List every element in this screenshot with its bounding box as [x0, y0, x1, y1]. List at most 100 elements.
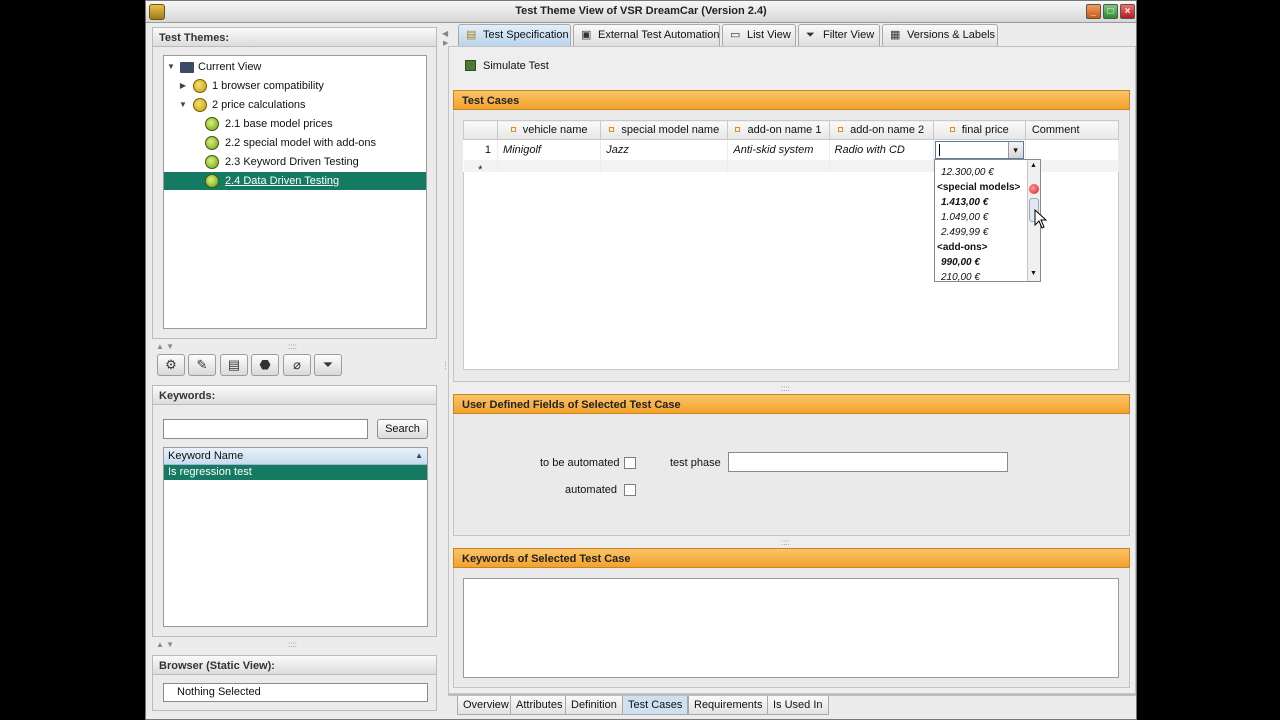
cell-addon-name-2[interactable]: Radio with CD	[829, 139, 934, 160]
dropdown-option[interactable]: 990,00 €	[941, 255, 980, 270]
final-price-dropdown-list[interactable]: 12.300,00 € <special models> 1.413,00 € …	[934, 159, 1041, 282]
test-theme-icon	[193, 98, 207, 112]
bottom-tab-overview[interactable]: Overview	[457, 696, 515, 715]
collapse-left-arrow[interactable]: ◀	[442, 29, 448, 38]
column-header-label: Keyword Name	[168, 450, 244, 462]
row-number: 1	[463, 139, 499, 160]
collapse-arrows[interactable]: ▲ ▼	[156, 342, 174, 351]
browser-value: Nothing Selected	[163, 683, 428, 702]
tab-external-test-automation[interactable]: ▣ External Test Automation	[573, 24, 720, 46]
tree-node-label: 1 browser compatibility	[212, 80, 324, 92]
test-theme-icon	[205, 136, 219, 150]
test-theme-icon	[205, 155, 219, 169]
test-phase-label: test phase	[670, 457, 721, 469]
tree-node-current-view[interactable]: ▼ Current View	[164, 58, 426, 76]
wrench-icon[interactable]: ✎	[188, 354, 216, 376]
paperclip-icon[interactable]: ⌀	[283, 354, 311, 376]
column-header-label: vehicle name	[522, 124, 588, 136]
parameter-icon	[609, 127, 615, 132]
dropdown-option[interactable]: 2.499,99 €	[941, 225, 988, 240]
splitter-grip[interactable]: ::::	[288, 640, 297, 649]
dropdown-option[interactable]: 1.049,00 €	[941, 210, 988, 225]
test-themes-tree[interactable]: ▼ Current View ▶ 1 browser compatibility…	[163, 55, 427, 329]
cell-special-model-name[interactable]: Jazz	[600, 139, 729, 160]
cell-vehicle-name[interactable]: Minigolf	[497, 139, 602, 160]
column-header-special-model-name[interactable]: special model name	[600, 120, 729, 140]
bottom-tab-attributes[interactable]: Attributes	[510, 696, 569, 715]
splitter-grip[interactable]: ::::	[781, 538, 790, 547]
keyword-search-input[interactable]	[163, 419, 368, 439]
scroll-up-icon[interactable]: ▲	[1030, 162, 1037, 169]
column-header-comment[interactable]: Comment	[1024, 120, 1120, 140]
column-header-final-price[interactable]: final price	[932, 120, 1026, 140]
column-header-addon-name-2[interactable]: add-on name 2	[828, 120, 934, 140]
tree-node-data-driven[interactable]: 2.4 Data Driven Testing	[164, 172, 426, 190]
tree-node-browser-compatibility[interactable]: ▶ 1 browser compatibility	[164, 77, 426, 95]
keyword-table[interactable]: Keyword Name ▲ Is regression test	[163, 447, 428, 627]
row-number-column-header	[462, 120, 499, 140]
cell-addon-name-1[interactable]: Anti-skid system	[727, 139, 830, 160]
column-header-addon-name-1[interactable]: add-on name 1	[727, 120, 830, 140]
click-indicator-icon	[1029, 184, 1039, 194]
test-theme-icon	[205, 117, 219, 131]
dropdown-arrow-icon[interactable]: ▾	[1007, 142, 1023, 158]
dropdown-option[interactable]: 1.413,00 €	[941, 195, 988, 210]
scroll-down-icon[interactable]: ▼	[1030, 270, 1037, 277]
tab-list-view[interactable]: ▭ List View	[722, 24, 796, 46]
tree-node-base-model-prices[interactable]: 2.1 base model prices	[164, 115, 426, 133]
tree-node-keyword-driven[interactable]: 2.3 Keyword Driven Testing	[164, 153, 426, 171]
automated-label: automated	[565, 484, 617, 496]
versions-icon: ▦	[890, 29, 901, 41]
tab-test-specification[interactable]: ▤ Test Specification	[458, 24, 571, 46]
splitter-grip[interactable]: ::::	[288, 342, 297, 351]
keywords-of-test-case-list[interactable]	[463, 578, 1119, 678]
test-theme-icon	[193, 79, 207, 93]
search-button[interactable]: Search	[377, 419, 428, 439]
document-icon[interactable]: ▤	[220, 354, 248, 376]
tab-filter-view[interactable]: ⏷ Filter View	[798, 24, 880, 46]
splitter-grip[interactable]: ::::	[781, 384, 790, 393]
to-be-automated-checkbox[interactable]	[624, 457, 636, 469]
close-button[interactable]: ×	[1120, 4, 1135, 19]
test-phase-field[interactable]	[728, 452, 1008, 472]
expanded-arrow-icon[interactable]: ▼	[178, 96, 188, 114]
expanded-arrow-icon[interactable]: ▼	[166, 58, 176, 76]
bottom-tab-requirements[interactable]: Requirements	[688, 696, 769, 715]
column-header-vehicle-name[interactable]: vehicle name	[497, 120, 602, 140]
keyword-name-column-header[interactable]: Keyword Name ▲	[164, 448, 427, 465]
dropdown-option[interactable]: 210,00 €	[941, 270, 980, 281]
collapsed-arrow-icon[interactable]: ▶	[178, 77, 188, 95]
dropdown-group-header: <special models>	[937, 182, 1021, 193]
cell-comment[interactable]	[1025, 139, 1120, 160]
tree-node-label: 2.4 Data Driven Testing	[225, 175, 340, 187]
keyword-row[interactable]: Is regression test	[164, 465, 427, 480]
title-bar[interactable]: Test Theme View of VSR DreamCar (Version…	[146, 1, 1136, 23]
maximize-button[interactable]: □	[1103, 4, 1118, 19]
test-themes-panel: ▼ Current View ▶ 1 browser compatibility…	[152, 47, 437, 339]
bottom-tab-is-used-in[interactable]: Is Used In	[767, 696, 829, 715]
minimize-button[interactable]: _	[1086, 4, 1101, 19]
table-row[interactable]: 1 Minigolf Jazz Anti-skid system Radio w…	[463, 139, 1120, 160]
tree-node-price-calculations[interactable]: ▼ 2 price calculations	[164, 96, 426, 114]
tree-node-label: 2.2 special model with add-ons	[225, 137, 377, 149]
filter-icon: ⏷	[806, 29, 815, 41]
test-theme-icon	[205, 174, 219, 188]
simulate-test-button[interactable]: Simulate Test	[463, 57, 583, 77]
tree-node-special-model-addons[interactable]: 2.2 special model with add-ons	[164, 134, 426, 152]
bottom-tab-definition[interactable]: Definition	[565, 696, 623, 715]
automated-checkbox[interactable]	[624, 484, 636, 496]
final-price-combobox[interactable]: ▾	[934, 141, 1024, 159]
column-header-label: Comment	[1031, 124, 1080, 136]
gear-icon[interactable]: ⚙	[157, 354, 185, 376]
collapse-arrows[interactable]: ▲ ▼	[156, 640, 174, 649]
filter-icon[interactable]: ⏷	[314, 354, 342, 376]
tree-node-label: 2.3 Keyword Driven Testing	[225, 156, 359, 168]
keywords-header: Keywords:	[152, 385, 437, 405]
tab-versions-labels[interactable]: ▦ Versions & Labels	[882, 24, 998, 46]
cell-final-price[interactable]: ▾	[933, 139, 1026, 160]
bottom-tab-test-cases[interactable]: Test Cases	[622, 696, 689, 715]
sort-ascending-icon[interactable]: ▲	[415, 448, 423, 464]
stop-icon[interactable]: ⬣	[251, 354, 279, 376]
dropdown-option[interactable]: 12.300,00 €	[941, 165, 994, 180]
simulate-label: Simulate Test	[483, 60, 549, 72]
